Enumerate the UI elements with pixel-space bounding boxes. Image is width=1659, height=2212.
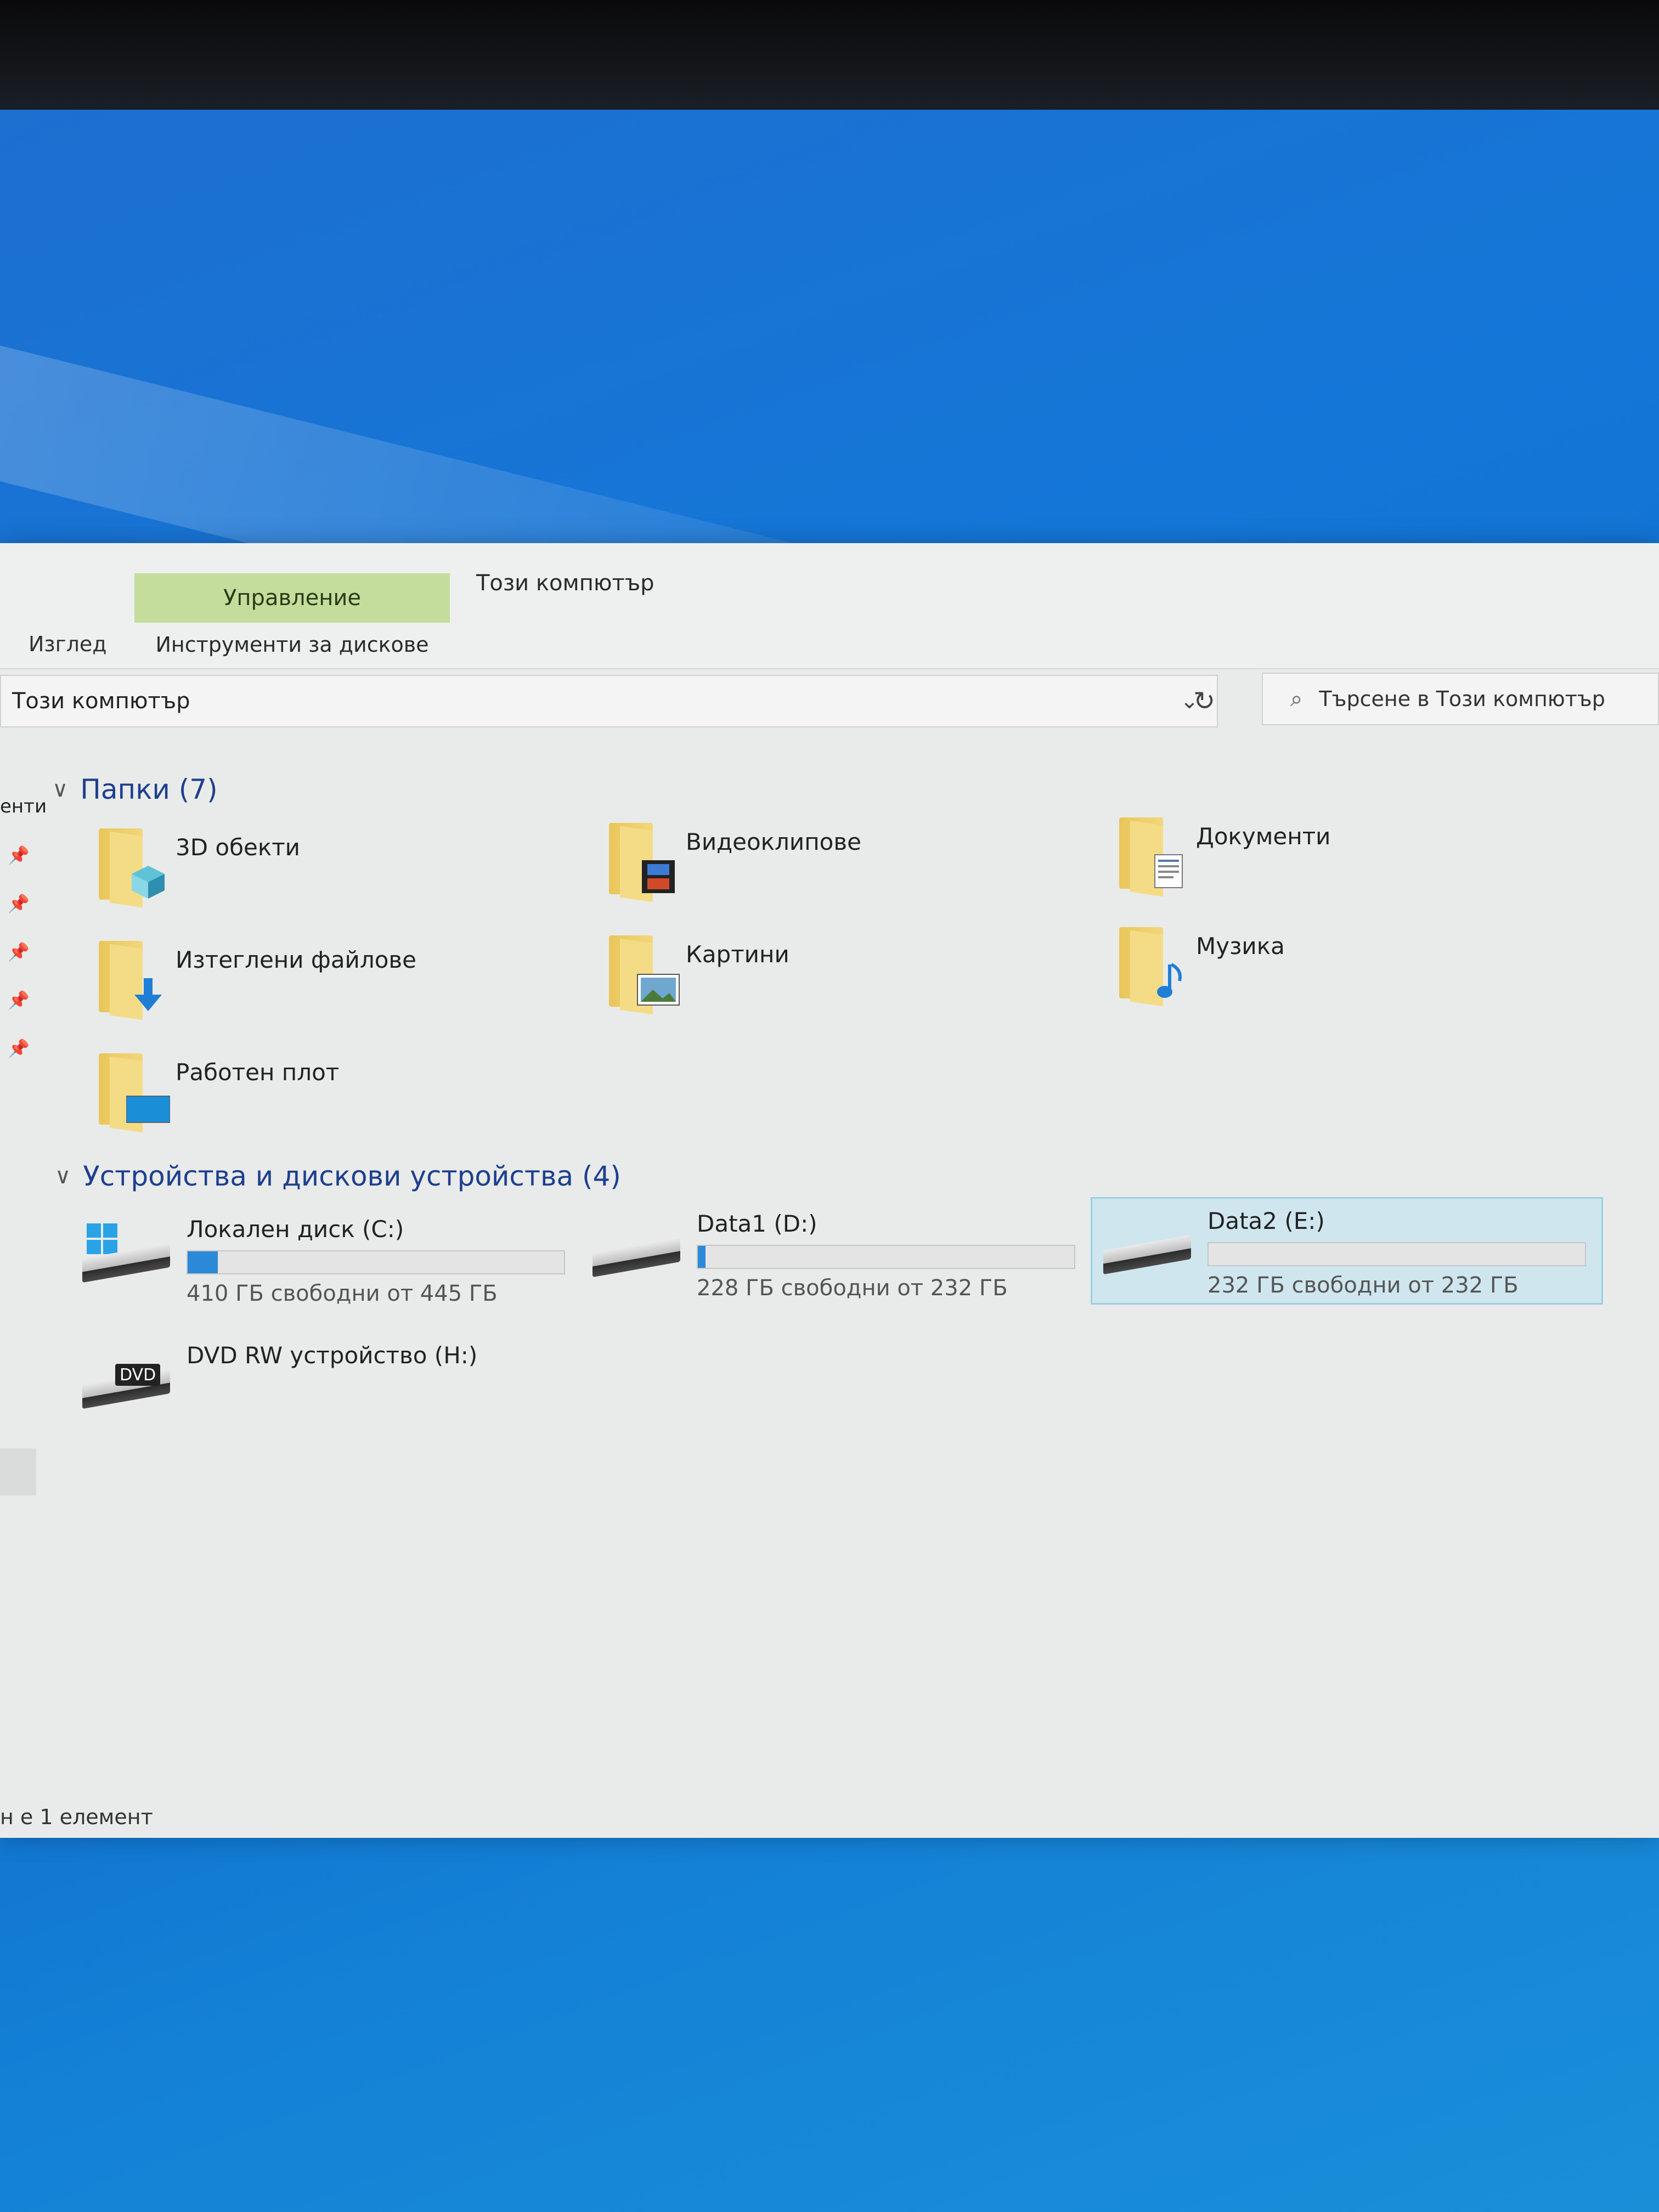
address-path[interactable]: Този компютър [12, 689, 190, 714]
pictures-folder-icon [598, 930, 680, 1015]
ribbon-tabs: Управление Този компютър Изглед Инструме… [0, 543, 1659, 669]
drive-usage-bar [697, 1245, 1075, 1269]
drive-free-space: 410 ГБ свободни от 445 ГБ [187, 1281, 498, 1306]
folder-label: Изтеглени файлове [176, 946, 416, 973]
search-box[interactable]: ⌕ [1262, 673, 1659, 725]
folder-3d-objects[interactable]: 3D обекти [88, 823, 300, 908]
window-title: Този компютър [476, 571, 654, 596]
drive-name: Локален диск (C:) [187, 1216, 404, 1243]
folder-pictures[interactable]: Картини [598, 930, 789, 1015]
folder-videos[interactable]: Видеоклипове [598, 817, 861, 902]
tab-view[interactable]: Изглед [29, 632, 107, 656]
drive-usage-fill [188, 1251, 218, 1273]
chevron-down-icon[interactable]: ∨ [55, 1164, 71, 1189]
status-text: н е 1 елемент [0, 1805, 153, 1829]
documents-folder-icon [1108, 812, 1190, 897]
tab-disk-tools[interactable]: Инструменти за дискове [134, 623, 450, 667]
pin-icon[interactable]: 📌 [8, 990, 30, 1011]
folders-group-header[interactable]: ∨ Папки (7) [52, 774, 218, 805]
folder-label: Картини [686, 941, 789, 968]
drive-h-dvd[interactable]: DVD DVD RW устройство (H:) [82, 1333, 477, 1421]
folder-label: Документи [1196, 823, 1331, 850]
drive-c[interactable]: Локален диск (C:) 410 ГБ свободни от 445… [82, 1207, 565, 1306]
folder-desktop[interactable]: Работен плот [88, 1048, 340, 1133]
drive-free-space: 232 ГБ свободни от 232 ГБ [1207, 1273, 1519, 1298]
folder-downloads[interactable]: Изтеглени файлове [88, 935, 416, 1020]
address-bar[interactable]: Този компютър ⌄ [0, 675, 1218, 727]
status-bar: н е 1 елемент [0, 1805, 1659, 1838]
nav-partial-label[interactable]: енти [0, 795, 47, 817]
pin-icon[interactable]: 📌 [8, 845, 30, 866]
drive-usage-fill [698, 1246, 706, 1268]
pin-icon[interactable]: 📌 [8, 1038, 30, 1059]
folder-music[interactable]: Музика [1108, 922, 1285, 1007]
refresh-icon[interactable]: ↻ [1180, 679, 1229, 723]
hard-drive-icon [1103, 1215, 1202, 1286]
dvd-drive-icon: DVD [82, 1350, 181, 1421]
search-icon: ⌕ [1290, 686, 1303, 712]
drive-d[interactable]: Data1 (D:) 228 ГБ свободни от 232 ГБ [592, 1201, 1075, 1301]
folders-group-title: Папки (7) [80, 774, 218, 805]
desktop-folder-icon [88, 1048, 170, 1133]
tab-manage[interactable]: Управление [134, 573, 450, 623]
downloads-folder-icon [88, 935, 170, 1020]
drive-name: Data1 (D:) [697, 1210, 817, 1237]
windows-logo-icon [87, 1223, 117, 1254]
videos-folder-icon [598, 817, 680, 902]
chevron-down-icon[interactable]: ∨ [52, 777, 68, 802]
drive-e[interactable]: Data2 (E:) 232 ГБ свободни от 232 ГБ [1091, 1197, 1603, 1305]
system-drive-icon [82, 1223, 181, 1295]
music-folder-icon [1108, 922, 1190, 1007]
search-input[interactable] [1319, 687, 1627, 711]
hard-drive-icon [592, 1218, 691, 1289]
dvd-badge: DVD [115, 1364, 161, 1386]
drives-group-header[interactable]: ∨ Устройства и дискови устройства (4) [55, 1160, 621, 1192]
drive-usage-bar [187, 1250, 565, 1274]
pin-icon[interactable]: 📌 [8, 893, 30, 914]
drive-usage-bar [1207, 1242, 1586, 1266]
3d-objects-folder-icon [88, 823, 170, 908]
nav-scroll-thumb[interactable] [0, 1448, 36, 1496]
folder-label: Видеоклипове [686, 828, 861, 855]
pin-icon[interactable]: 📌 [8, 941, 30, 962]
drive-name: Data2 (E:) [1207, 1207, 1325, 1234]
folder-documents[interactable]: Документи [1108, 812, 1331, 897]
folder-label: Работен плот [176, 1059, 340, 1086]
file-explorer-window: Управление Този компютър Изглед Инструме… [0, 543, 1659, 1838]
drive-name: DVD RW устройство (H:) [187, 1342, 478, 1369]
folder-label: Музика [1196, 933, 1285, 960]
drive-free-space: 228 ГБ свободни от 232 ГБ [697, 1276, 1008, 1301]
folder-label: 3D обекти [176, 834, 300, 861]
drives-group-title: Устройства и дискови устройства (4) [83, 1160, 621, 1192]
navigation-pane: енти 📌 📌 📌 📌 📌 [0, 730, 47, 1772]
